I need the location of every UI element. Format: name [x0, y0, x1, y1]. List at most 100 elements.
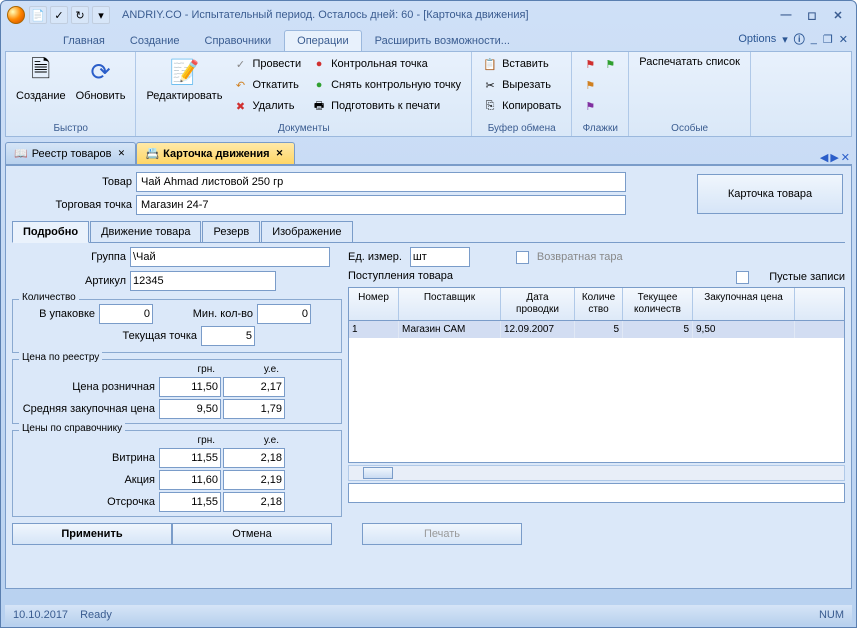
return-checkbox[interactable] — [516, 251, 529, 264]
refresh-icon: ⟳ — [85, 56, 117, 88]
refresh-button[interactable]: ⟳Обновить — [72, 54, 130, 104]
tab-reserve[interactable]: Резерв — [202, 221, 260, 242]
vitrina-ue-input[interactable] — [223, 448, 285, 468]
printlist-button[interactable]: Распечатать список — [635, 54, 744, 70]
status-ready: Ready — [80, 609, 112, 621]
price-registry-fieldset: Цена по реестру грн.у.е. Цена розничная … — [12, 359, 342, 424]
create-button[interactable]: 🗎Создание — [12, 54, 70, 104]
ctrlpoint-button[interactable]: ●Контрольная точка — [307, 54, 465, 74]
ribbon-tab-refs[interactable]: Справочники — [193, 31, 284, 51]
rollback-button[interactable]: ↶Откатить — [228, 75, 305, 95]
grid-row[interactable]: 1 Магазин САМ 12.09.2007 5 5 9,50 — [349, 321, 844, 338]
post-button[interactable]: ✓Провести — [228, 54, 305, 74]
options-link[interactable]: Options — [738, 33, 776, 45]
retail-ue-input[interactable] — [223, 377, 285, 397]
return-label: Возвратная тара — [537, 251, 623, 263]
child-min-icon[interactable]: _ — [811, 33, 817, 45]
doctab-registry[interactable]: 📖Реестр товаров✕ — [5, 142, 136, 164]
qat-dropdown-icon[interactable]: ▾ — [92, 6, 110, 24]
ribbon-tab-operations[interactable]: Операции — [284, 30, 361, 51]
app-orb-icon[interactable] — [7, 6, 25, 24]
close-tab-icon[interactable]: ✕ — [115, 148, 127, 160]
ribbon-tab-main[interactable]: Главная — [51, 31, 117, 51]
help-icon[interactable]: ⓘ — [794, 31, 805, 47]
cut-button[interactable]: ✂Вырезать — [478, 75, 565, 95]
maximize-button[interactable]: ◻ — [800, 7, 824, 23]
child-close-icon[interactable]: ✕ — [839, 33, 848, 46]
empty-checkbox[interactable] — [736, 271, 749, 284]
apply-button[interactable]: Применить — [12, 523, 172, 545]
red-dot-icon: ● — [311, 56, 327, 72]
child-restore-icon[interactable]: ❐ — [823, 33, 833, 46]
print-button[interactable]: Печать — [362, 523, 522, 545]
minimize-button[interactable]: — — [774, 7, 798, 23]
green-dot-icon: ● — [311, 77, 327, 93]
unctrlpoint-button[interactable]: ●Снять контрольную точку — [307, 75, 465, 95]
tab-close-icon[interactable]: ✕ — [841, 151, 850, 164]
akcia-grn-input[interactable] — [159, 470, 221, 490]
store-input[interactable] — [136, 195, 626, 215]
avg-grn-input[interactable] — [159, 399, 221, 419]
product-card-button[interactable]: Карточка товара — [697, 174, 843, 214]
otsrochka-grn-input[interactable] — [159, 492, 221, 512]
otsrochka-ue-input[interactable] — [223, 492, 285, 512]
inpack-input[interactable] — [99, 304, 153, 324]
qat-refresh-icon[interactable]: ↻ — [71, 6, 89, 24]
print-prep-icon: 🖶 — [311, 98, 327, 114]
grid-footer-input[interactable] — [348, 483, 845, 503]
min-label: Мин. кол-во — [157, 308, 253, 320]
grid-header-supplier[interactable]: Поставщик — [399, 288, 501, 320]
ribbon-body: 🗎Создание ⟳Обновить Быстро 📝Редактироват… — [5, 51, 852, 137]
paste-button[interactable]: 📋Вставить — [478, 54, 565, 74]
prepprint-button[interactable]: 🖶Подготовить к печати — [307, 96, 465, 116]
akcia-ue-input[interactable] — [223, 470, 285, 490]
cur-input[interactable] — [201, 326, 255, 346]
grid-header-num[interactable]: Номер — [349, 288, 399, 320]
tab-prev-icon[interactable]: ◀ — [820, 151, 828, 164]
inner-tabs: Подробно Движение товара Резерв Изображе… — [12, 221, 845, 243]
ribbon-tab-extend[interactable]: Расширить возможности... — [363, 31, 522, 51]
product-input[interactable] — [136, 172, 626, 192]
status-num: NUM — [819, 609, 844, 621]
flag3-button[interactable]: ⚑ — [578, 96, 622, 116]
tab-next-icon[interactable]: ▶ — [830, 151, 838, 164]
tab-image[interactable]: Изображение — [261, 221, 352, 242]
avg-label: Средняя закупочная цена — [17, 403, 157, 415]
avg-ue-input[interactable] — [223, 399, 285, 419]
status-date: 10.10.2017 — [13, 609, 68, 621]
group-input[interactable] — [130, 247, 330, 267]
grid-header-date[interactable]: Дата проводки — [501, 288, 575, 320]
unit-label: Ед. измер. — [348, 251, 402, 263]
edit-button[interactable]: 📝Редактировать — [142, 54, 226, 104]
horizontal-scrollbar[interactable] — [348, 465, 845, 481]
window-title: ANDRIY.CO - Испытательный период. Остало… — [114, 9, 770, 21]
content-pane: Карточка товара Товар Торговая точка Под… — [5, 165, 852, 589]
cancel-button[interactable]: Отмена — [172, 523, 332, 545]
ribbon-tab-create[interactable]: Создание — [118, 31, 192, 51]
scroll-thumb[interactable] — [363, 467, 393, 479]
min-input[interactable] — [257, 304, 311, 324]
delete-icon: ✖ — [232, 98, 248, 114]
inpack-label: В упаковке — [17, 308, 95, 320]
tab-movement[interactable]: Движение товара — [90, 221, 201, 242]
grid-header-price[interactable]: Закупочная цена — [693, 288, 795, 320]
tab-detail[interactable]: Подробно — [12, 221, 89, 243]
close-button[interactable]: ✕ — [826, 7, 850, 23]
doctab-card[interactable]: 📇Карточка движения✕ — [136, 142, 294, 164]
product-label: Товар — [12, 176, 132, 188]
qat-new-icon[interactable]: 📄 — [29, 6, 47, 24]
cut-icon: ✂ — [482, 77, 498, 93]
flag2-button[interactable]: ⚑ — [578, 75, 622, 95]
qat-check-icon[interactable]: ✓ — [50, 6, 68, 24]
delete-button[interactable]: ✖Удалить — [228, 96, 305, 116]
document-icon: 🗎 — [25, 56, 57, 88]
close-tab-icon[interactable]: ✕ — [274, 148, 286, 160]
vitrina-grn-input[interactable] — [159, 448, 221, 468]
copy-button[interactable]: ⎘Копировать — [478, 96, 565, 116]
flag1-button[interactable]: ⚑⚑ — [578, 54, 622, 74]
unit-input[interactable] — [410, 247, 470, 267]
grid-header-qty[interactable]: Количе ство — [575, 288, 623, 320]
grid-header-curqty[interactable]: Текущее количеств — [623, 288, 693, 320]
retail-grn-input[interactable] — [159, 377, 221, 397]
article-input[interactable] — [130, 271, 276, 291]
